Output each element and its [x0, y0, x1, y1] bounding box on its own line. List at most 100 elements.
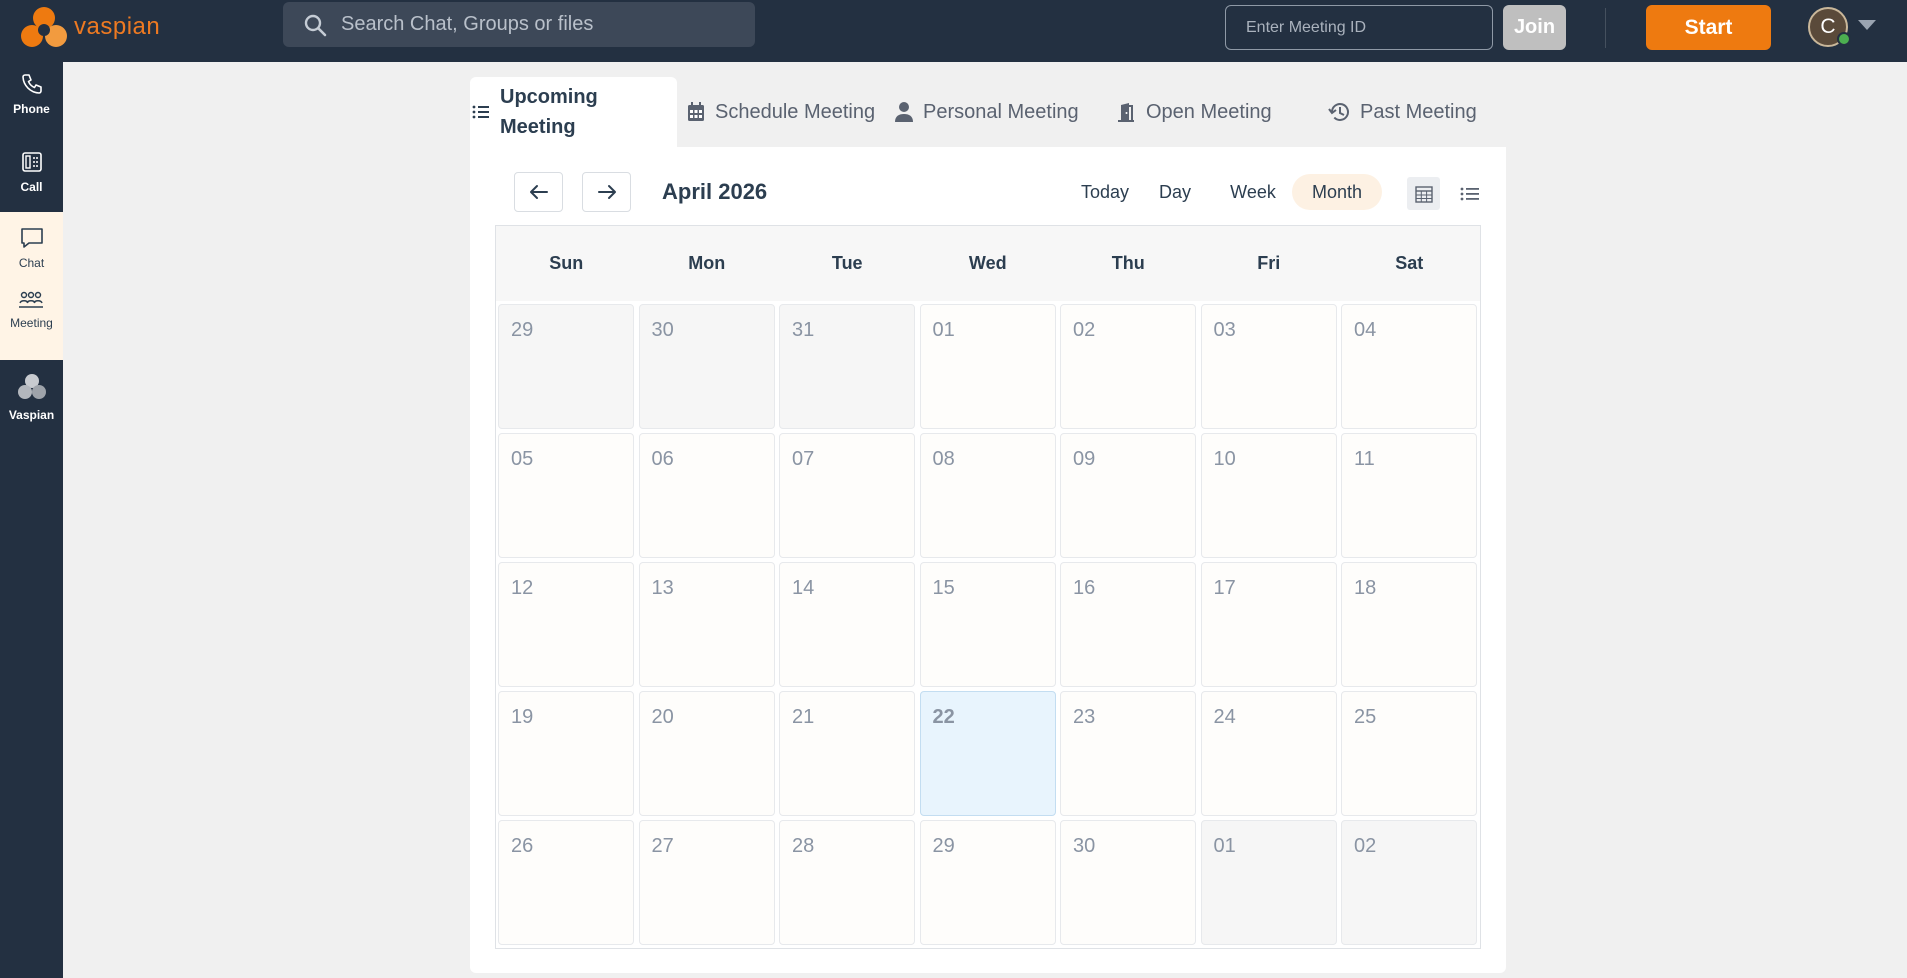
day-number: 14 [792, 577, 815, 599]
calendar-day-cell[interactable]: 15 [919, 562, 1056, 687]
day-number: 24 [1213, 706, 1236, 728]
search-icon [293, 13, 337, 37]
tab-open-meeting[interactable]: Open Meeting [1116, 77, 1272, 147]
calendar-day-cell[interactable]: 04 [1341, 304, 1477, 429]
search-input[interactable] [341, 13, 721, 36]
sidebar-item-call[interactable]: Call [0, 150, 63, 210]
weekday-header: Sat [1395, 253, 1424, 273]
history-icon [1328, 102, 1350, 122]
sidebar-item-meeting[interactable]: Meeting [10, 290, 53, 330]
view-day-button[interactable]: Day [1150, 174, 1200, 210]
sidebar-active-group: Chat Meeting [0, 212, 63, 360]
tab-label: Past Meeting [1360, 100, 1477, 123]
sidebar-item-phone[interactable]: Phone [0, 72, 63, 132]
day-number: 01 [1213, 835, 1236, 857]
calendar-day-cell[interactable]: 09 [1060, 433, 1196, 558]
day-number: 30 [1073, 835, 1096, 857]
call-icon [21, 152, 42, 172]
view-week-button[interactable]: Week [1220, 174, 1286, 210]
vaspian-logo[interactable]: vaspian [20, 4, 160, 50]
chevron-down-icon[interactable] [1858, 20, 1876, 30]
calendar-day-cell[interactable]: 28 [779, 820, 915, 945]
day-number: 22 [932, 706, 955, 728]
calendar-day-cell[interactable]: 18 [1341, 562, 1477, 687]
day-number: 07 [792, 448, 815, 470]
day-number: 05 [511, 448, 534, 470]
calendar-day-cell[interactable]: 30 [638, 304, 775, 429]
calendar-day-cell[interactable]: 30 [1060, 820, 1196, 945]
weekday-header-row: Sun Mon Tue Wed Thu Fri Sat [496, 226, 1480, 301]
calendar-day-cell[interactable]: 19 [498, 691, 634, 816]
topbar-divider [1605, 8, 1606, 48]
vaspian-icon [17, 374, 46, 399]
tab-upcoming-meeting[interactable]: Upcoming Meeting [470, 77, 677, 147]
global-search[interactable] [283, 2, 755, 47]
top-bar: vaspian Join Start C [0, 0, 1907, 62]
calendar-day-cell[interactable]: 29 [919, 820, 1056, 945]
weekday-header: Wed [968, 253, 1007, 273]
prev-month-button[interactable] [514, 172, 563, 212]
calendar-day-cell[interactable]: 10 [1200, 433, 1337, 558]
brand-name: vaspian [74, 13, 161, 40]
calendar-day-cell[interactable]: 01 [919, 304, 1056, 429]
sidebar-item-chat[interactable]: Chat [19, 226, 45, 270]
calendar-day-cell[interactable]: 08 [919, 433, 1056, 558]
start-button[interactable]: Start [1646, 5, 1771, 50]
calendar-day-cell[interactable]: 13 [638, 562, 775, 687]
weekday-header: Mon [688, 253, 726, 273]
sidebar-item-vaspian[interactable]: Vaspian [0, 372, 63, 442]
weekday-header: Sun [549, 253, 584, 273]
calendar-day-cell[interactable]: 24 [1200, 691, 1337, 816]
calendar-day-cell[interactable]: 17 [1200, 562, 1337, 687]
calendar-day-cell[interactable]: 07 [779, 433, 915, 558]
calendar-day-cell[interactable]: 20 [638, 691, 775, 816]
calendar-day-cell[interactable]: 16 [1060, 562, 1196, 687]
calendar-day-cell[interactable]: 29 [498, 304, 634, 429]
calendar-day-cell[interactable]: 26 [498, 820, 634, 945]
meeting-id-input[interactable] [1225, 5, 1493, 50]
day-number: 19 [511, 706, 534, 728]
arrow-left-icon [529, 185, 548, 199]
calendar-day-cell[interactable]: 03 [1200, 304, 1337, 429]
calendar-day-cell[interactable]: 06 [638, 433, 775, 558]
join-button[interactable]: Join [1503, 5, 1566, 50]
calendar-day-cell[interactable]: 11 [1341, 433, 1477, 558]
door-icon [1116, 102, 1136, 122]
tab-past-meeting[interactable]: Past Meeting [1328, 77, 1477, 147]
view-month-button[interactable]: Month [1292, 174, 1382, 210]
sidebar-item-label: Chat [18, 256, 45, 270]
view-today-button[interactable]: Today [1070, 174, 1140, 210]
calendar-grid-icon [1414, 185, 1433, 203]
month-calendar-grid: Sun Mon Tue Wed Thu Fri Sat 29 30 31 01 02 03… [495, 225, 1481, 949]
day-number: 03 [1213, 319, 1236, 341]
calendar-day-cell[interactable]: 05 [498, 433, 634, 558]
next-month-button[interactable] [582, 172, 631, 212]
calendar-day-cell[interactable]: 22 [919, 691, 1056, 816]
day-number: 09 [1073, 448, 1096, 470]
day-number: 02 [1073, 319, 1096, 341]
sidebar-item-label: Call [20, 180, 43, 194]
day-number: 21 [792, 706, 815, 728]
tab-personal-meeting[interactable]: Personal Meeting [895, 77, 1079, 147]
calendar-day-cell[interactable]: 01 [1200, 820, 1337, 945]
calendar-day-cell[interactable]: 12 [498, 562, 634, 687]
vaspian-logo-icon [21, 7, 67, 47]
calendar-view-toggle[interactable] [1407, 177, 1440, 210]
calendar-day-cell[interactable]: 25 [1341, 691, 1477, 816]
day-number: 13 [651, 577, 674, 599]
calendar-day-cell[interactable]: 14 [779, 562, 915, 687]
day-number: 29 [932, 835, 955, 857]
day-number: 02 [1354, 835, 1377, 857]
calendar-day-cell[interactable]: 31 [779, 304, 915, 429]
tab-schedule-meeting[interactable]: Schedule Meeting [687, 77, 875, 147]
calendar-day-cell[interactable]: 21 [779, 691, 915, 816]
day-number: 29 [511, 319, 534, 341]
calendar-day-cell[interactable]: 02 [1060, 304, 1196, 429]
day-number: 06 [651, 448, 674, 470]
calendar-day-cell[interactable]: 27 [638, 820, 775, 945]
list-view-toggle[interactable] [1455, 177, 1485, 210]
tab-label: Upcoming Meeting [500, 86, 598, 138]
day-number: 01 [932, 319, 955, 341]
calendar-day-cell[interactable]: 23 [1060, 691, 1196, 816]
calendar-day-cell[interactable]: 02 [1341, 820, 1477, 945]
